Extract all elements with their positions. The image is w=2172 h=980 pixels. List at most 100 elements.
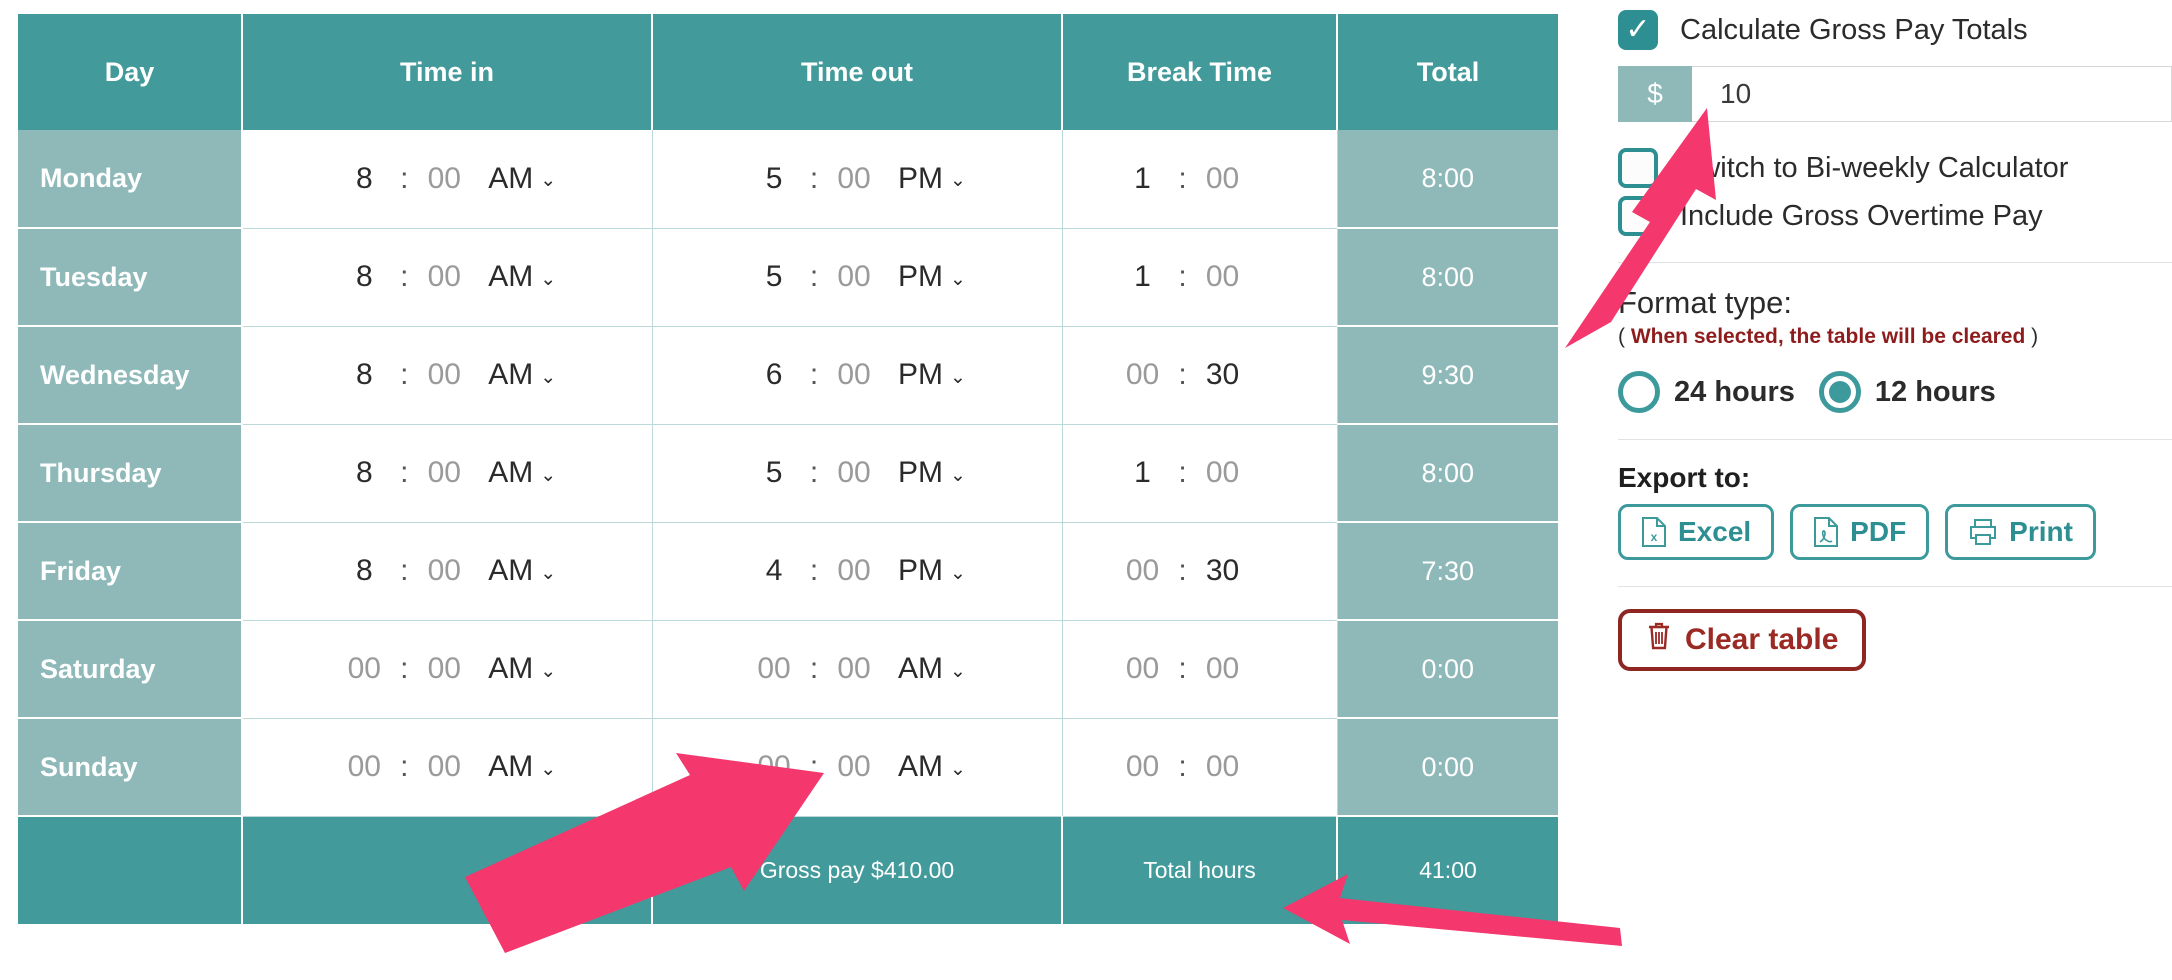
minutes-input[interactable]: 30 — [1197, 554, 1249, 588]
minutes-input[interactable]: 00 — [828, 260, 880, 294]
time-input-group[interactable]: 8:00 AM ⌄ — [338, 162, 556, 196]
hours-input[interactable]: 5 — [748, 456, 800, 490]
am-pm-select[interactable]: AM ⌄ — [488, 456, 556, 490]
am-pm-select[interactable]: AM ⌄ — [488, 652, 556, 686]
minutes-input[interactable]: 00 — [1197, 456, 1249, 490]
time-input-group[interactable]: 00:30 — [1117, 358, 1249, 392]
hours-input[interactable]: 8 — [338, 162, 390, 196]
am-pm-select[interactable]: AM ⌄ — [488, 750, 556, 784]
radio-unselected-icon[interactable] — [1618, 371, 1660, 413]
hours-input[interactable]: 00 — [338, 652, 390, 686]
minutes-input[interactable]: 00 — [418, 162, 470, 196]
export-pdf-button[interactable]: PDF — [1790, 504, 1930, 560]
minutes-input[interactable]: 00 — [828, 554, 880, 588]
clear-table-button[interactable]: Clear table — [1618, 609, 1867, 671]
time-in-cell[interactable]: 8:00 AM ⌄ — [242, 326, 653, 425]
am-pm-select[interactable]: PM ⌄ — [898, 358, 966, 392]
am-pm-select[interactable]: PM ⌄ — [898, 456, 966, 490]
time-input-group[interactable]: 5:00 PM ⌄ — [748, 162, 966, 196]
biweekly-checkbox-row[interactable]: Switch to Bi-weekly Calculator — [1618, 148, 2172, 188]
time-input-group[interactable]: 00:00 — [1117, 652, 1249, 686]
am-pm-select[interactable]: AM ⌄ — [898, 750, 966, 784]
break-time-cell[interactable]: 1:00 — [1062, 228, 1338, 327]
export-excel-button[interactable]: x Excel — [1618, 504, 1775, 560]
am-pm-select[interactable]: PM ⌄ — [898, 260, 966, 294]
time-out-cell[interactable]: 5:00 PM ⌄ — [652, 228, 1063, 327]
minutes-input[interactable]: 00 — [418, 358, 470, 392]
hours-input[interactable]: 00 — [338, 750, 390, 784]
am-pm-select[interactable]: AM ⌄ — [488, 554, 556, 588]
time-input-group[interactable]: 8:00 AM ⌄ — [338, 554, 556, 588]
hours-input[interactable]: 8 — [338, 358, 390, 392]
minutes-input[interactable]: 00 — [1197, 750, 1249, 784]
am-pm-select[interactable]: PM ⌄ — [898, 554, 966, 588]
am-pm-select[interactable]: AM ⌄ — [488, 260, 556, 294]
hours-input[interactable]: 5 — [748, 162, 800, 196]
hourly-rate-input[interactable]: 10 — [1692, 66, 2172, 122]
time-out-cell[interactable]: 6:00 PM ⌄ — [652, 326, 1063, 425]
time-input-group[interactable]: 5:00 PM ⌄ — [748, 456, 966, 490]
minutes-input[interactable]: 00 — [1197, 162, 1249, 196]
gross-pay-checkbox-row[interactable]: ✓ Calculate Gross Pay Totals — [1618, 10, 2172, 50]
print-button[interactable]: Print — [1945, 504, 2096, 560]
time-in-cell[interactable]: 8:00 AM ⌄ — [242, 424, 653, 523]
minutes-input[interactable]: 00 — [828, 750, 880, 784]
hours-input[interactable]: 8 — [338, 260, 390, 294]
minutes-input[interactable]: 00 — [418, 554, 470, 588]
minutes-input[interactable]: 00 — [1197, 652, 1249, 686]
overtime-checkbox-row[interactable]: Include Gross Overtime Pay — [1618, 196, 2172, 236]
time-input-group[interactable]: 8:00 AM ⌄ — [338, 260, 556, 294]
checkbox-checked-icon[interactable]: ✓ — [1618, 10, 1658, 50]
minutes-input[interactable]: 00 — [828, 456, 880, 490]
hours-input[interactable]: 1 — [1117, 260, 1169, 294]
time-input-group[interactable]: 00:30 — [1117, 554, 1249, 588]
time-out-cell[interactable]: 5:00 PM ⌄ — [652, 130, 1063, 229]
time-input-group[interactable]: 1:00 — [1117, 162, 1249, 196]
am-pm-select[interactable]: PM ⌄ — [898, 162, 966, 196]
hours-input[interactable]: 8 — [338, 554, 390, 588]
time-in-cell[interactable]: 00:00 AM ⌄ — [242, 718, 653, 817]
hours-input[interactable]: 4 — [748, 554, 800, 588]
hours-input[interactable]: 00 — [748, 652, 800, 686]
am-pm-select[interactable]: AM ⌄ — [898, 652, 966, 686]
break-time-cell[interactable]: 00:30 — [1062, 522, 1338, 621]
time-in-cell[interactable]: 8:00 AM ⌄ — [242, 228, 653, 327]
time-input-group[interactable]: 6:00 PM ⌄ — [748, 358, 966, 392]
hourly-rate-row[interactable]: $ 10 — [1618, 66, 2172, 122]
break-time-cell[interactable]: 00:00 — [1062, 718, 1338, 817]
minutes-input[interactable]: 00 — [1197, 260, 1249, 294]
minutes-input[interactable]: 00 — [828, 652, 880, 686]
radio-selected-icon[interactable] — [1818, 371, 1861, 413]
radio-option-24-hours[interactable]: 24 hours — [1618, 371, 1795, 413]
hours-input[interactable]: 00 — [1117, 358, 1169, 392]
hours-input[interactable]: 00 — [1117, 652, 1169, 686]
time-out-cell[interactable]: 5:00 PM ⌄ — [652, 424, 1063, 523]
minutes-input[interactable]: 00 — [418, 260, 470, 294]
time-input-group[interactable]: 00:00 AM ⌄ — [338, 750, 557, 784]
time-input-group[interactable]: 8:00 AM ⌄ — [338, 456, 556, 490]
hours-input[interactable]: 5 — [748, 260, 800, 294]
time-in-cell[interactable]: 8:00 AM ⌄ — [242, 130, 653, 229]
time-input-group[interactable]: 1:00 — [1117, 260, 1249, 294]
break-time-cell[interactable]: 1:00 — [1062, 424, 1338, 523]
hours-input[interactable]: 00 — [1117, 554, 1169, 588]
time-out-cell[interactable]: 00:00 AM ⌄ — [652, 620, 1063, 719]
hours-input[interactable]: 00 — [748, 750, 800, 784]
break-time-cell[interactable]: 00:00 — [1062, 620, 1338, 719]
time-input-group[interactable]: 5:00 PM ⌄ — [748, 260, 966, 294]
time-out-cell[interactable]: 4:00 PM ⌄ — [652, 522, 1063, 621]
minutes-input[interactable]: 00 — [828, 162, 880, 196]
break-time-cell[interactable]: 1:00 — [1062, 130, 1338, 229]
time-in-cell[interactable]: 00:00 AM ⌄ — [242, 620, 653, 719]
hours-input[interactable]: 1 — [1117, 162, 1169, 196]
minutes-input[interactable]: 30 — [1197, 358, 1249, 392]
time-out-cell[interactable]: 00:00 AM ⌄ — [652, 718, 1063, 817]
time-input-group[interactable]: 00:00 AM ⌄ — [748, 750, 966, 784]
hours-input[interactable]: 00 — [1117, 750, 1169, 784]
time-input-group[interactable]: 00:00 AM ⌄ — [338, 652, 557, 686]
minutes-input[interactable]: 00 — [418, 750, 470, 784]
checkbox-unchecked-icon[interactable] — [1618, 196, 1658, 236]
am-pm-select[interactable]: AM ⌄ — [488, 162, 556, 196]
hours-input[interactable]: 1 — [1117, 456, 1169, 490]
hours-input[interactable]: 6 — [748, 358, 800, 392]
